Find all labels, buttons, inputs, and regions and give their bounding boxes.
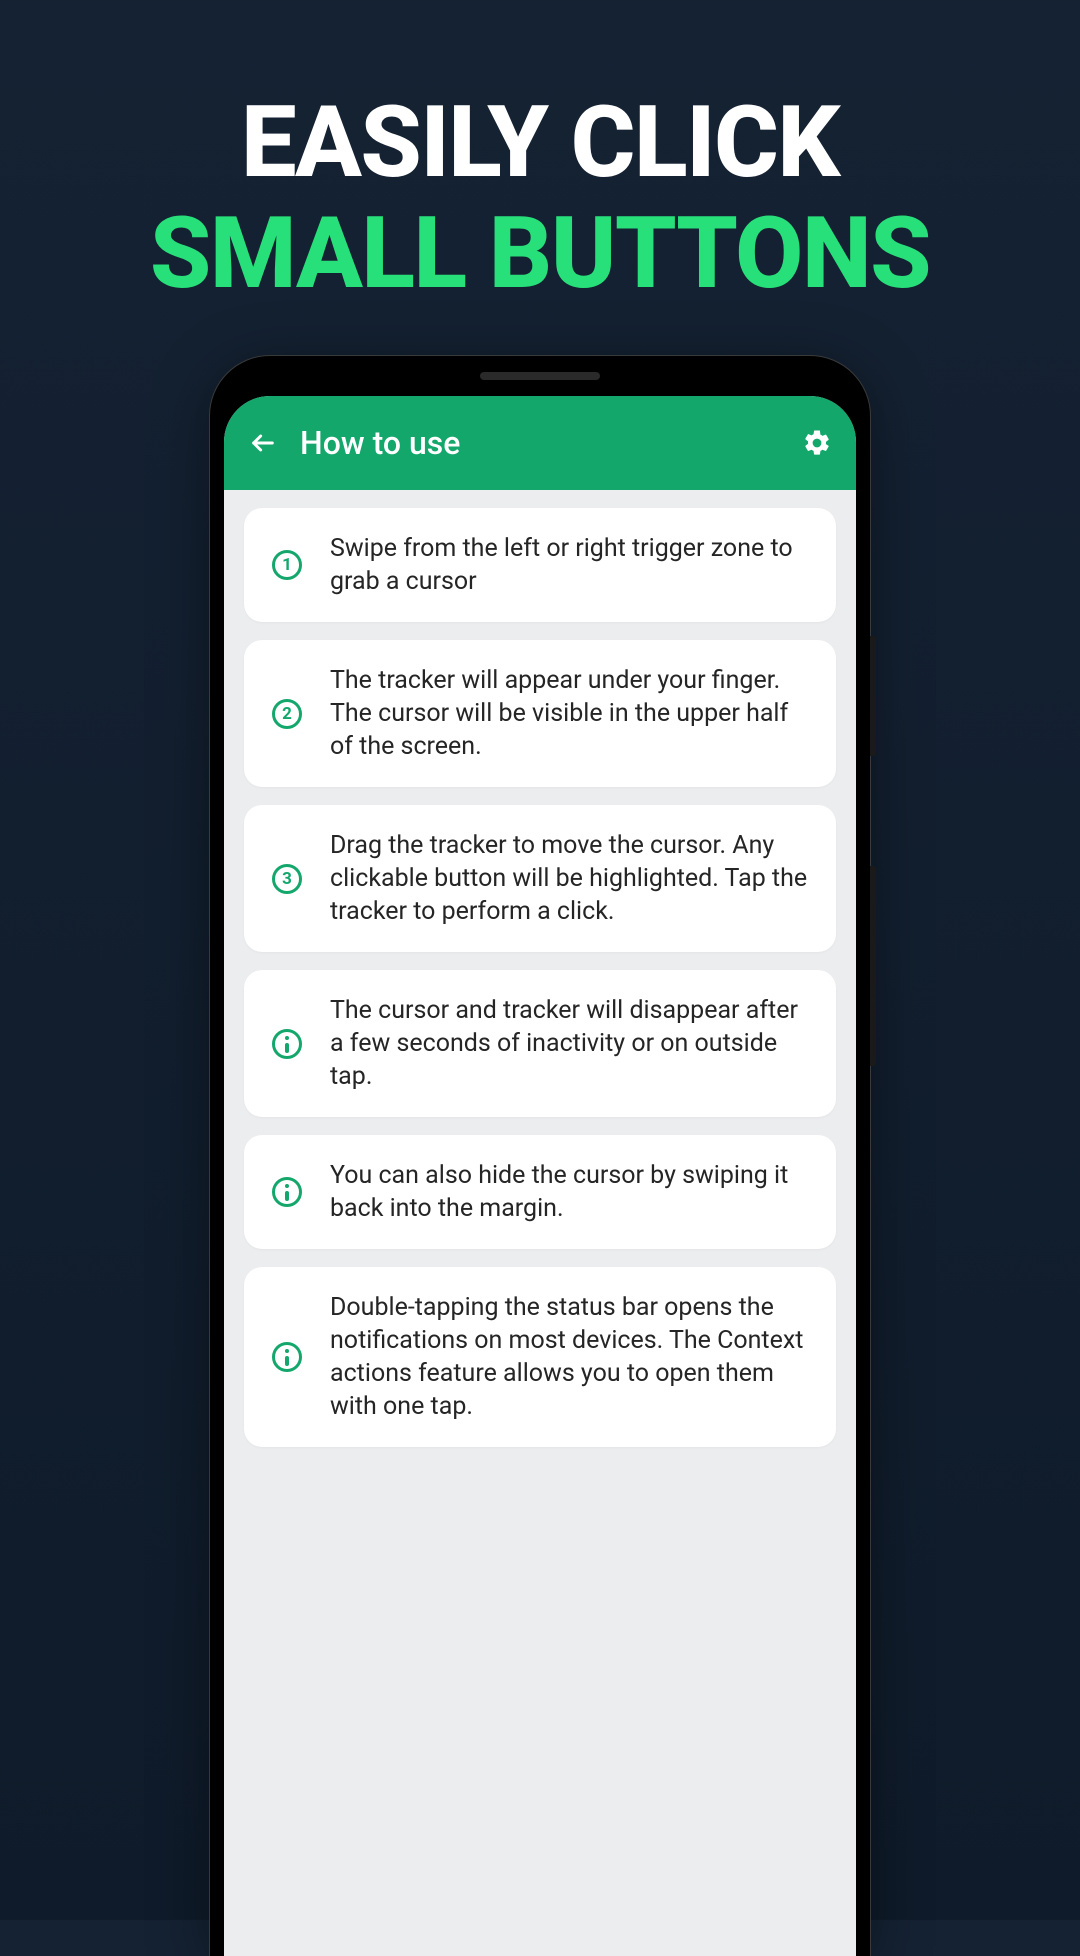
step-text: The cursor and tracker will disappear af… — [330, 994, 810, 1093]
info-icon — [270, 1027, 304, 1061]
settings-icon[interactable] — [802, 428, 832, 458]
step-text: Drag the tracker to move the cursor. Any… — [330, 829, 810, 928]
step-text: Swipe from the left or right trigger zon… — [330, 532, 810, 598]
phone-screen: How to use 1 Swipe from the left or righ… — [224, 396, 856, 1956]
promo-headline: EASILY CLICK SMALL BUTTONS — [0, 0, 1080, 310]
phone-speaker — [480, 372, 600, 380]
info-icon — [270, 1175, 304, 1209]
app-bar: How to use — [224, 396, 856, 490]
instruction-card: 2 The tracker will appear under your fin… — [244, 640, 836, 787]
instruction-card: The cursor and tracker will disappear af… — [244, 970, 836, 1117]
instruction-card: 1 Swipe from the left or right trigger z… — [244, 508, 836, 622]
back-icon[interactable] — [248, 428, 278, 458]
instruction-card: You can also hide the cursor by swiping … — [244, 1135, 836, 1249]
step-text: Double-tapping the status bar opens the … — [330, 1291, 810, 1423]
instruction-card: 3 Drag the tracker to move the cursor. A… — [244, 805, 836, 952]
phone-side-button — [870, 636, 876, 756]
instruction-list: 1 Swipe from the left or right trigger z… — [224, 490, 856, 1465]
page-title: How to use — [300, 424, 780, 462]
phone-mockup: How to use 1 Swipe from the left or righ… — [210, 356, 870, 1956]
instruction-card: Double-tapping the status bar opens the … — [244, 1267, 836, 1447]
headline-line1: EASILY CLICK — [0, 88, 1080, 199]
step-text: You can also hide the cursor by swiping … — [330, 1159, 810, 1225]
phone-side-button — [870, 866, 876, 1066]
step-1-icon: 1 — [270, 548, 304, 582]
headline-line2: SMALL BUTTONS — [0, 199, 1080, 310]
step-text: The tracker will appear under your finge… — [330, 664, 810, 763]
step-3-icon: 3 — [270, 862, 304, 896]
phone-frame: How to use 1 Swipe from the left or righ… — [210, 356, 870, 1956]
info-icon — [270, 1340, 304, 1374]
step-2-icon: 2 — [270, 697, 304, 731]
